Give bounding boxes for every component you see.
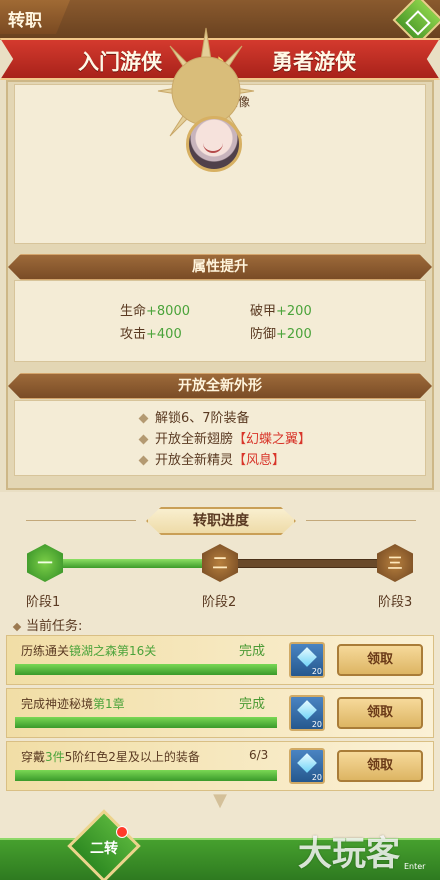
appearance-item: 解锁6、7阶装备: [138, 407, 250, 426]
appearance-item: 开放全新精灵【风息】: [138, 449, 285, 468]
task-progress-fill: [15, 770, 277, 781]
task-description: 历练通关镜湖之森第16关: [21, 644, 157, 658]
diamond-bullet-icon: [12, 622, 22, 632]
task-row: 历练通关镜湖之森第16关 完成 20 领取: [6, 635, 434, 685]
attributes-header: 属性提升: [8, 254, 432, 280]
appearance-item: 开放全新翅膀【幻蝶之翼】: [138, 428, 311, 447]
task-row: 完成神迹秘境第1章 完成 20 领取: [6, 688, 434, 738]
stage-label-2: 阶段2: [202, 595, 237, 610]
claim-button[interactable]: 领取: [337, 644, 423, 676]
watermark-sub: Enter: [404, 862, 426, 871]
claim-button[interactable]: 领取: [337, 697, 423, 729]
claim-button[interactable]: 领取: [337, 750, 423, 782]
appearance-header: 开放全新外形: [8, 373, 432, 399]
diamond-bullet-icon: [138, 434, 149, 445]
progress-title: 转职进度: [146, 507, 296, 535]
divider: [306, 520, 416, 521]
progress-fill: [40, 559, 220, 568]
task-progress-fill: [15, 717, 277, 728]
current-class: 入门游侠: [78, 50, 162, 74]
diamond-reward-icon[interactable]: 20: [289, 642, 325, 678]
page-title: 转职: [0, 0, 70, 34]
current-task-heading: 当前任务:: [12, 615, 82, 634]
task-description: 穿戴3件5阶红色2星及以上的装备: [21, 750, 200, 764]
tier-tab-label[interactable]: 二转: [84, 838, 124, 858]
attr-armor-break: 破甲+200: [250, 304, 312, 319]
diamond-reward-icon[interactable]: 20: [289, 695, 325, 731]
task-status: 完成: [239, 697, 266, 712]
diamond-bullet-icon: [138, 413, 149, 424]
diamond-reward-icon[interactable]: 20: [289, 748, 325, 784]
notification-dot-icon: [116, 826, 128, 838]
avatar[interactable]: [186, 116, 242, 172]
task-description: 完成神迹秘境第1章: [21, 697, 125, 711]
task-status: 完成: [239, 644, 266, 659]
chevron-down-icon[interactable]: ▼: [206, 790, 234, 811]
attr-attack: 攻击+400: [120, 327, 182, 342]
task-row: 穿戴3件5阶红色2星及以上的装备 6/3 20 领取: [6, 741, 434, 791]
watermark-logo: 大玩客: [298, 834, 400, 874]
divider: [26, 520, 136, 521]
attr-hp: 生命+8000: [120, 304, 190, 319]
attributes-card: [14, 280, 426, 362]
attr-defense: 防御+200: [250, 327, 312, 342]
stage-label-3: 阶段3: [378, 595, 413, 610]
next-class: 勇者游侠: [272, 50, 356, 74]
task-progress-fill: [15, 664, 277, 675]
stage-label-1: 阶段1: [26, 595, 61, 610]
task-count: 6/3: [249, 748, 269, 762]
diamond-bullet-icon: [138, 455, 149, 466]
